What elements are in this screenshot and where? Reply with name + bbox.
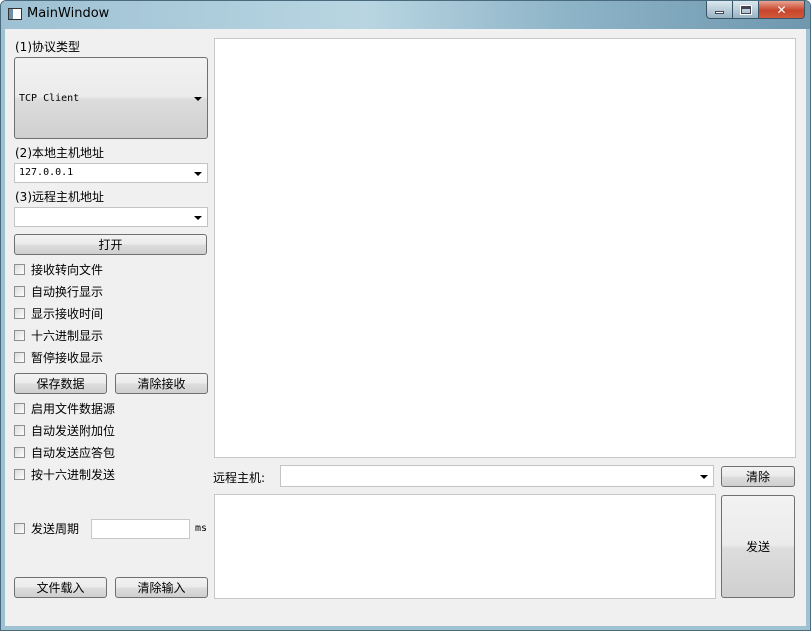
hex-display-checkbox[interactable]: 十六进制显示	[14, 327, 103, 343]
send-period-unit: ms	[195, 523, 208, 534]
send-period-input[interactable]	[91, 519, 190, 539]
local-host-label: (2)本地主机地址	[15, 146, 104, 160]
save-data-button[interactable]: 保存数据	[14, 373, 107, 394]
checkbox-label: 接收转向文件	[31, 262, 104, 277]
remote-host-label: (3)远程主机地址	[15, 190, 104, 204]
checkbox-box[interactable]	[14, 307, 25, 319]
maximize-button[interactable]	[733, 1, 759, 19]
checkbox-box[interactable]	[14, 446, 25, 458]
protocol-type-label: (1)协议类型	[15, 40, 80, 54]
window-controls: ✕	[706, 1, 805, 20]
send-period-checkbox[interactable]: 发送周期	[14, 520, 79, 536]
open-button[interactable]: 打开	[14, 234, 207, 255]
load-file-button[interactable]: 文件载入	[14, 577, 107, 598]
chevron-down-icon	[194, 97, 202, 101]
show-receive-time-checkbox[interactable]: 显示接收时间	[14, 305, 103, 321]
app-icon	[8, 8, 22, 20]
clear-receive-button[interactable]: 清除接收	[115, 373, 208, 394]
checkbox-box[interactable]	[14, 424, 25, 436]
send-text-area[interactable]	[214, 494, 716, 599]
hex-send-checkbox[interactable]: 按十六进制发送	[14, 466, 115, 482]
remote-host-select[interactable]	[14, 207, 208, 227]
checkbox-box[interactable]	[14, 263, 25, 275]
checkbox-label: 按十六进制发送	[31, 467, 116, 482]
close-button[interactable]: ✕	[759, 1, 805, 19]
auto-reply-checkbox[interactable]: 自动发送应答包	[14, 444, 115, 460]
checkbox-label: 发送周期	[31, 521, 80, 536]
close-icon: ✕	[776, 2, 787, 17]
chevron-down-icon	[700, 475, 708, 479]
checkbox-box[interactable]	[14, 285, 25, 297]
remote-host-send-label: 远程主机:	[213, 471, 266, 485]
auto-append-bit-checkbox[interactable]: 自动发送附加位	[14, 422, 115, 438]
local-host-select[interactable]: 127.0.0.1	[14, 163, 208, 183]
maximize-icon	[739, 4, 752, 15]
checkbox-label: 暂停接收显示	[31, 350, 104, 365]
checkbox-label: 十六进制显示	[31, 328, 104, 343]
main-window: MainWindow ✕ (1)协议类型 TCP Client (2)本地主机地…	[0, 0, 811, 631]
clear-input-button[interactable]: 清除输入	[115, 577, 208, 598]
receive-text-area[interactable]	[214, 38, 796, 458]
protocol-type-select[interactable]: TCP Client	[14, 57, 208, 139]
clear-button[interactable]: 清除	[721, 466, 795, 487]
minimize-button[interactable]	[706, 1, 733, 19]
file-data-source-checkbox[interactable]: 启用文件数据源	[14, 400, 115, 416]
checkbox-box[interactable]	[14, 351, 25, 363]
pause-receive-checkbox[interactable]: 暂停接收显示	[14, 349, 103, 365]
checkbox-label: 自动发送应答包	[31, 445, 116, 460]
chevron-down-icon	[194, 172, 202, 176]
checkbox-box[interactable]	[14, 522, 25, 534]
local-host-value: 127.0.0.1	[19, 167, 74, 178]
chevron-down-icon	[194, 216, 202, 220]
checkbox-box[interactable]	[14, 402, 25, 414]
checkbox-label: 自动换行显示	[31, 284, 104, 299]
send-button[interactable]: 发送	[721, 495, 795, 598]
window-title: MainWindow	[27, 6, 110, 21]
checkbox-label: 启用文件数据源	[31, 401, 116, 416]
title-bar[interactable]: MainWindow ✕	[1, 1, 810, 29]
checkbox-label: 显示接收时间	[31, 306, 104, 321]
checkbox-box[interactable]	[14, 468, 25, 480]
checkbox-box[interactable]	[14, 329, 25, 341]
client-area: (1)协议类型 TCP Client (2)本地主机地址 127.0.0.1 (…	[5, 29, 806, 626]
protocol-type-value: TCP Client	[19, 93, 80, 104]
auto-wrap-checkbox[interactable]: 自动换行显示	[14, 283, 103, 299]
receive-to-file-checkbox[interactable]: 接收转向文件	[14, 261, 103, 277]
checkbox-label: 自动发送附加位	[31, 423, 116, 438]
remote-host-send-select[interactable]	[280, 465, 714, 487]
minimize-icon	[715, 11, 724, 14]
